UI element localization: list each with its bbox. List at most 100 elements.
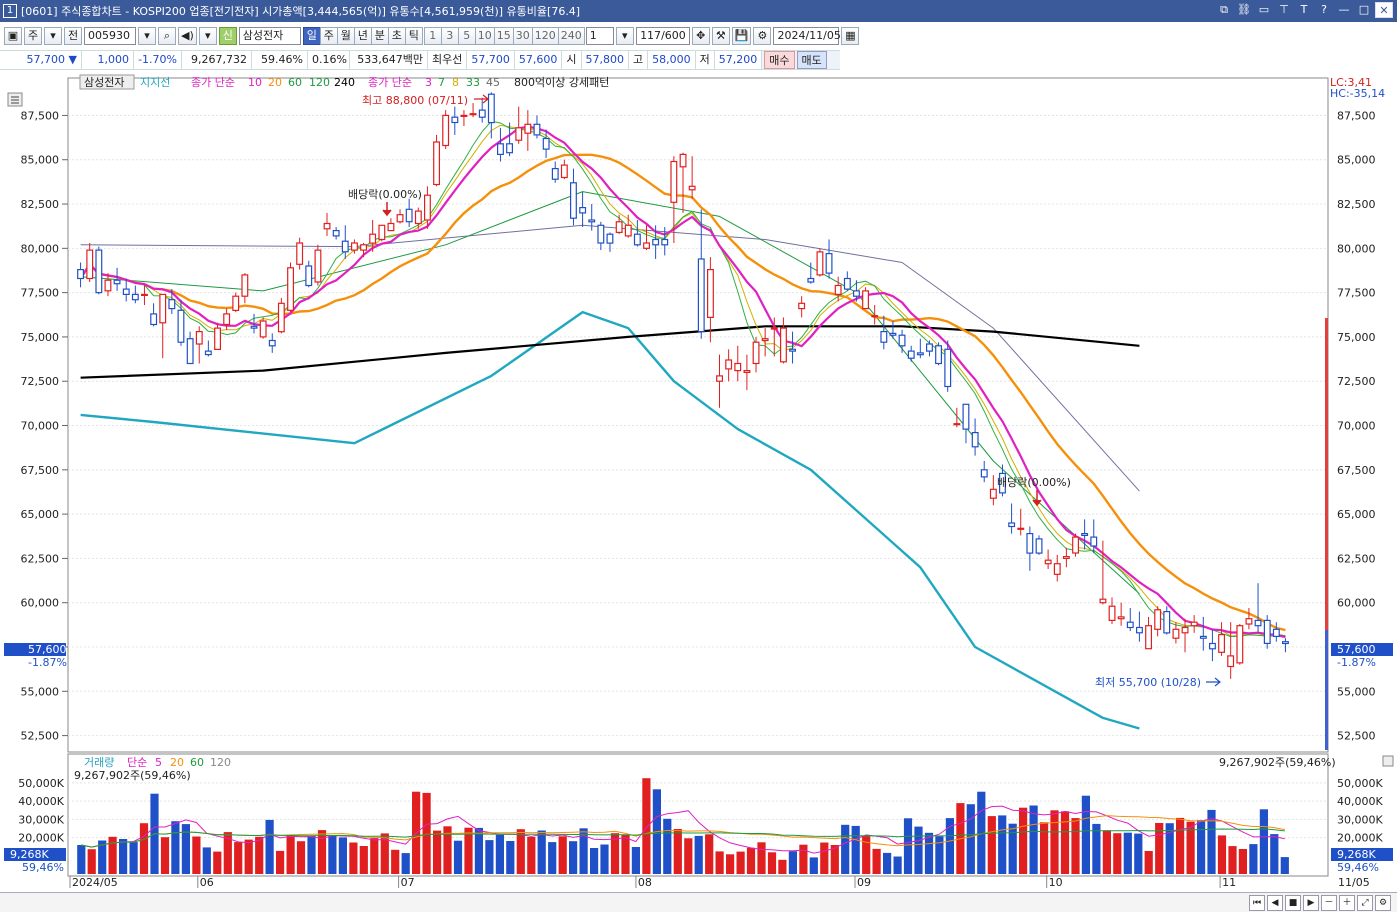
tab-period-4[interactable]: 분 [370,27,389,45]
date-input[interactable]: 2024/11/05 [773,27,841,45]
tab-period-2[interactable]: 월 [336,27,355,45]
restore-icon[interactable]: ⧉ [1215,2,1233,18]
save-icon[interactable]: 💾 [731,27,752,45]
pin-icon[interactable]: ⊤ [1275,2,1293,18]
interval-button-5[interactable]: 30 [512,27,533,45]
volume-bar [767,852,777,874]
panel-close-icon[interactable] [1382,755,1394,767]
layout-icon[interactable]: ▣ [4,27,22,45]
candle-body [287,267,295,311]
tab-period-3[interactable]: 년 [353,27,372,45]
chart-area[interactable]: 87,500 87,500 85,000 85,000 82,500 82,500 80,0… [0,72,1397,892]
price-tick-label-right: 72,500 [1337,375,1376,388]
candle-body [405,208,413,223]
candle-body [962,403,970,430]
window-controls: ⧉ ⛓ ▭ ⊤ T ? — □ ✕ [1215,2,1393,18]
candle-body [989,488,997,499]
volume-bar [516,829,525,874]
maximize-icon[interactable]: □ [1355,2,1373,18]
fit-icon[interactable]: ⤢ [1357,895,1373,911]
volume-tick-label-left: 30,000K [18,813,64,826]
gear-icon[interactable]: ⚙ [1375,895,1391,911]
minimize-icon[interactable]: — [1335,2,1353,18]
gear-icon[interactable]: ⚙ [753,27,772,45]
period-tabs: 일주월년분초틱 [302,27,423,45]
tab-period-0[interactable]: 일 [302,27,321,45]
chevron-down-icon[interactable]: ▾ [44,27,62,45]
first-icon[interactable]: ⏮ [1249,895,1265,911]
volume-bar [119,839,128,874]
candle-body [569,182,577,219]
candle-body [1254,619,1262,627]
volume-bar [359,846,368,874]
tab-period-6[interactable]: 틱 [404,27,423,45]
volume-bar [1019,807,1028,874]
prefix-button[interactable]: 전 [64,27,82,45]
stop-icon[interactable]: ■ [1285,895,1301,911]
volume-bar [1029,805,1038,874]
tools-icon[interactable]: ⚒ [711,27,730,45]
volume-bar [213,851,222,874]
search-icon[interactable]: ⌕ [158,27,176,45]
candle-body [661,238,669,246]
count-input[interactable]: 117/600 [635,27,690,45]
zoom-out-icon[interactable]: － [1321,895,1337,911]
speaker-icon[interactable]: ◀) [178,27,197,45]
prev-icon[interactable]: ◀ [1267,895,1283,911]
interval-input[interactable]: 1 [585,27,614,45]
candle-body [551,167,559,180]
candle-body [487,93,495,124]
zoom-in-icon[interactable]: ＋ [1339,895,1355,911]
tab-period-1[interactable]: 주 [319,27,338,45]
x-tick-label: 07 [401,876,415,889]
chevron-down-icon[interactable]: ▾ [615,27,634,45]
candle-body [1044,559,1052,565]
volume-tag-value: 9,268K [10,848,49,861]
link-icon[interactable]: ⛓ [1235,2,1253,18]
price-tick-label-left: 52,500 [21,730,60,743]
interval-button-0[interactable]: 1 [423,27,442,45]
chart-scroll-controls: ⏮ ◀ ■ ▶ － ＋ ⤢ ⚙ [1249,895,1391,911]
interval-button-4[interactable]: 15 [493,27,514,45]
volume-bar [129,842,138,874]
candle-body [369,233,377,244]
volume-bar [903,818,913,874]
period-select[interactable]: 주 [24,27,42,45]
volume-bar [914,826,923,874]
buy-button[interactable]: 매수 [764,51,795,69]
stock-chart[interactable]: 87,500 87,500 85,000 85,000 82,500 82,500 80,0… [0,72,1397,892]
interval-button-1[interactable]: 3 [440,27,459,45]
interval-button-2[interactable]: 5 [457,27,476,45]
text-icon[interactable]: T [1295,2,1313,18]
price-value: 57,700 [26,53,66,66]
volume-bar [192,836,201,874]
legend-ma20: 20 [268,76,282,89]
volume-bar [1113,833,1122,874]
legend-stock-tag: 삼성전자 [84,76,124,89]
candle-body [1281,641,1289,645]
candle-body [880,331,888,343]
volume-bar [1071,818,1080,874]
interval-button-6[interactable]: 120 [531,27,559,45]
sell-button[interactable]: 매도 [796,51,827,69]
candle-body [1154,609,1162,630]
volume-ma60: 60 [190,756,204,769]
candle [1236,623,1244,665]
move-icon[interactable]: ✥ [691,27,710,45]
close-icon[interactable]: ✕ [1375,2,1393,18]
calendar-icon[interactable]: ▦ [841,27,860,45]
help-icon[interactable]: ? [1315,2,1333,18]
tab-period-5[interactable]: 초 [387,27,406,45]
interval-button-3[interactable]: 10 [474,27,495,45]
tile-icon[interactable]: ▭ [1255,2,1273,18]
count-value: 117 [640,29,662,42]
next-icon[interactable]: ▶ [1303,895,1319,911]
code-input[interactable]: 005930 [84,27,136,45]
chevron-down-icon[interactable]: ▾ [138,27,156,45]
legend-ma2-label: 종가 단순 [368,76,412,89]
interval-button-7[interactable]: 240 [557,27,585,45]
chevron-down-icon[interactable]: ▾ [198,27,217,45]
volume-bar [569,841,578,874]
candle-body [351,242,358,251]
volume-bar [778,859,787,874]
